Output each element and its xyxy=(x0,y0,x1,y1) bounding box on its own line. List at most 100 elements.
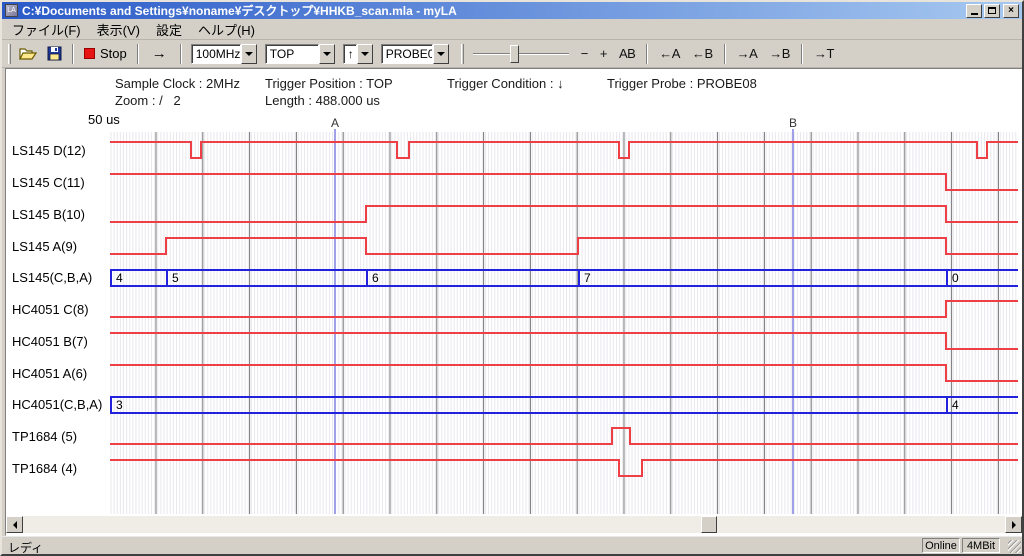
channel-label: LS145 C(11) xyxy=(12,175,85,190)
ab-button[interactable]: AB xyxy=(615,44,639,63)
menu-item-view[interactable]: 表示(V) xyxy=(89,18,148,41)
svg-text:6: 6 xyxy=(372,271,379,285)
app-window: LA C:¥Documents and Settings¥noname¥デスクト… xyxy=(0,0,1024,556)
toolbar-separator xyxy=(801,44,803,64)
goto-marker-b-button[interactable]: ←B xyxy=(688,44,717,63)
arrow-left-icon xyxy=(13,521,17,529)
length-info: Length : 488.000 us xyxy=(265,93,380,108)
svg-text:7: 7 xyxy=(584,271,591,285)
trigger-edge-dropdown-button[interactable] xyxy=(357,44,373,64)
waveform-canvas[interactable]: A B 4 5 6 7 0 3 4 xyxy=(110,114,1018,514)
trigger-position-dropdown-button[interactable] xyxy=(319,44,335,64)
title-bar: LA C:¥Documents and Settings¥noname¥デスクト… xyxy=(2,2,1022,19)
channel-label: LS145 A(9) xyxy=(12,239,77,254)
grid xyxy=(111,132,1016,514)
trigger-probe-info: Trigger Probe : PROBE08 xyxy=(607,76,757,91)
trigger-edge-combo[interactable]: ↑ xyxy=(343,44,373,64)
svg-text:4: 4 xyxy=(116,271,123,285)
channel-label: LS145(C,B,A) xyxy=(12,270,92,285)
run-button[interactable]: → xyxy=(144,45,175,62)
sample-clock-value: 100MHz xyxy=(191,44,241,64)
open-file-button[interactable] xyxy=(14,44,42,63)
channel-label: TP1684 (4) xyxy=(12,461,77,476)
open-folder-icon xyxy=(19,46,37,61)
run-arrow-icon: → xyxy=(152,45,167,62)
menu-item-settings[interactable]: 設定 xyxy=(148,18,190,41)
trigger-probe-combo[interactable]: PROBE00 xyxy=(381,44,449,64)
goto-marker-a-button[interactable]: ←A xyxy=(655,44,684,63)
channel-label: HC4051 C(8) xyxy=(12,302,89,317)
toolbar-separator xyxy=(137,44,139,64)
maximize-icon xyxy=(988,7,996,14)
minimize-button[interactable] xyxy=(966,4,982,18)
toolbar-grip xyxy=(8,44,11,64)
status-bar: レディ Online 4MBit xyxy=(2,536,1022,554)
chevron-down-icon xyxy=(437,52,445,56)
zoom-slider[interactable] xyxy=(473,44,569,64)
channel-label: TP1684 (5) xyxy=(12,429,77,444)
scrollbar-track[interactable] xyxy=(23,516,1005,533)
toolbar-separator xyxy=(646,44,648,64)
zoom-out-button[interactable]: − xyxy=(577,44,592,63)
waveform-view: Sample Clock : 2MHz Trigger Position : T… xyxy=(5,68,1023,536)
trigger-position-value: TOP xyxy=(265,44,319,64)
chevron-down-icon xyxy=(323,52,331,56)
chevron-down-icon xyxy=(361,52,369,56)
horizontal-scrollbar[interactable] xyxy=(6,516,1022,533)
arrow-right-icon xyxy=(1012,521,1016,529)
close-icon: × xyxy=(1008,5,1014,16)
maximize-button[interactable] xyxy=(984,4,1000,18)
menu-item-help[interactable]: ヘルプ(H) xyxy=(190,18,263,41)
sample-clock-combo[interactable]: 100MHz xyxy=(191,44,257,64)
status-memory-badge: 4MBit xyxy=(962,538,1000,553)
toolbar: Stop → 100MHz TOP ↑ PROBE00 − + AB ←A xyxy=(2,40,1022,68)
trigger-probe-value: PROBE00 xyxy=(381,44,433,64)
trigger-position-info: Trigger Position : TOP xyxy=(265,76,393,91)
svg-text:B: B xyxy=(789,116,797,130)
scrollbar-thumb[interactable] xyxy=(701,516,717,533)
save-floppy-icon xyxy=(47,46,62,61)
set-marker-a-button[interactable]: →A xyxy=(733,44,762,63)
toolbar-separator xyxy=(72,44,74,64)
set-marker-b-button[interactable]: →B xyxy=(765,44,794,63)
minimize-icon xyxy=(971,13,978,15)
toolbar-separator xyxy=(180,44,182,64)
stop-button[interactable]: Stop xyxy=(79,44,132,63)
menu-bar: ファイル(F) 表示(V) 設定 ヘルプ(H) xyxy=(2,19,1022,40)
window-title: C:¥Documents and Settings¥noname¥デスクトップ¥… xyxy=(22,2,962,19)
trigger-edge-value: ↑ xyxy=(343,44,357,64)
save-file-button[interactable] xyxy=(42,44,67,63)
sample-clock-dropdown-button[interactable] xyxy=(241,44,257,64)
svg-text:3: 3 xyxy=(116,398,123,412)
zoom-slider-thumb[interactable] xyxy=(510,45,519,63)
sample-clock-info: Sample Clock : 2MHz xyxy=(115,76,240,91)
status-online-badge: Online xyxy=(922,538,960,553)
toolbar-separator xyxy=(724,44,726,64)
scroll-left-button[interactable] xyxy=(6,516,23,533)
svg-text:A: A xyxy=(331,116,339,130)
trigger-position-combo[interactable]: TOP xyxy=(265,44,335,64)
app-icon: LA xyxy=(5,4,18,17)
trigger-probe-dropdown-button[interactable] xyxy=(433,44,449,64)
channel-label: HC4051 A(6) xyxy=(12,366,87,381)
channel-label: HC4051 B(7) xyxy=(12,334,88,349)
channel-label: HC4051(C,B,A) xyxy=(12,397,102,412)
zoom-in-button[interactable]: + xyxy=(596,44,611,63)
resize-grip[interactable] xyxy=(1008,540,1021,553)
scroll-right-button[interactable] xyxy=(1005,516,1022,533)
status-ready-text: レディ xyxy=(8,539,43,556)
svg-text:4: 4 xyxy=(952,398,959,412)
chevron-down-icon xyxy=(245,52,253,56)
menu-item-file[interactable]: ファイル(F) xyxy=(4,18,89,41)
stop-icon xyxy=(84,48,95,59)
zoom-info: Zoom : / 2 xyxy=(115,93,181,108)
svg-text:0: 0 xyxy=(952,271,959,285)
channel-label: LS145 D(12) xyxy=(12,143,86,158)
goto-trigger-button[interactable]: →T xyxy=(810,44,838,63)
close-button[interactable]: × xyxy=(1003,4,1019,18)
zoom-slider-track xyxy=(473,53,569,55)
stop-label: Stop xyxy=(100,46,127,61)
svg-text:5: 5 xyxy=(172,271,179,285)
channel-label: LS145 B(10) xyxy=(12,207,85,222)
toolbar-grip xyxy=(461,44,464,64)
